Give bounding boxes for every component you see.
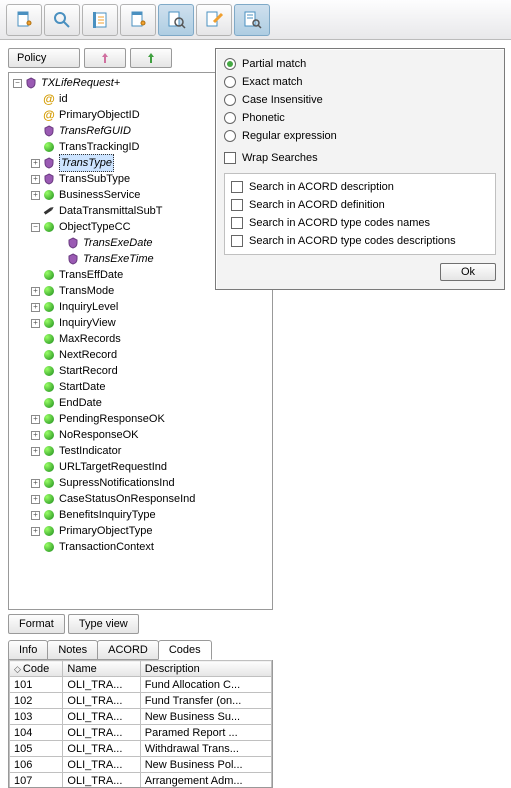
tool-find-list-button[interactable] xyxy=(234,4,270,36)
tree-item[interactable]: NextRecord xyxy=(11,347,270,363)
main-toolbar xyxy=(0,0,511,40)
tab-acord[interactable]: ACORD xyxy=(97,640,159,660)
checkbox-icon xyxy=(224,152,236,164)
tree-item[interactable]: +SupressNotificationsInd xyxy=(11,475,270,491)
option-case-insensitive[interactable]: Case Insensitive xyxy=(224,91,496,109)
table-row[interactable]: 104OLI_TRA...Paramed Report ... xyxy=(10,725,272,741)
tree-item[interactable]: URLTargetRequestInd xyxy=(11,459,270,475)
option-partial-match[interactable]: Partial match xyxy=(224,55,496,73)
search-scope-box: Search in ACORD description Search in AC… xyxy=(224,173,496,255)
tool-find-page-button[interactable] xyxy=(158,4,194,36)
tree-item[interactable]: StartDate xyxy=(11,379,270,395)
tab-notes[interactable]: Notes xyxy=(47,640,98,660)
tab-info[interactable]: Info xyxy=(8,640,48,660)
tree-item[interactable]: +NoResponseOK xyxy=(11,427,270,443)
tree-item[interactable]: +CaseStatusOnResponseInd xyxy=(11,491,270,507)
tool-notes-button[interactable] xyxy=(82,4,118,36)
option-exact-match[interactable]: Exact match xyxy=(224,73,496,91)
tree-item[interactable]: +InquiryView xyxy=(11,315,270,331)
table-row[interactable]: 103OLI_TRA...New Business Su... xyxy=(10,709,272,725)
type-view-tab[interactable]: Type view xyxy=(68,614,139,634)
tool-edit-button[interactable] xyxy=(196,4,232,36)
search-options-popup: Partial match Exact match Case Insensiti… xyxy=(215,48,505,290)
radio-icon xyxy=(224,94,236,106)
tool-doc2-button[interactable] xyxy=(120,4,156,36)
scope-acord-description[interactable]: Search in ACORD description xyxy=(231,178,489,196)
tree-item[interactable]: +InquiryLevel xyxy=(11,299,270,315)
scope-type-codes-names[interactable]: Search in ACORD type codes names xyxy=(231,214,489,232)
tree-item[interactable]: +BenefitsInquiryType xyxy=(11,507,270,523)
checkbox-icon xyxy=(231,181,243,193)
table-row[interactable]: 102OLI_TRA...Fund Transfer (on... xyxy=(10,693,272,709)
tool-search-button[interactable] xyxy=(44,4,80,36)
filter-pink-button[interactable] xyxy=(84,48,126,68)
tree-item[interactable]: StartRecord xyxy=(11,363,270,379)
radio-icon xyxy=(224,76,236,88)
table-row[interactable]: 101OLI_TRA...Fund Allocation C... xyxy=(10,677,272,693)
checkbox-icon xyxy=(231,235,243,247)
codes-grid[interactable]: ◇Code Name Description 101OLI_TRA...Fund… xyxy=(8,660,273,788)
checkbox-icon xyxy=(231,217,243,229)
col-name[interactable]: Name xyxy=(63,661,140,677)
tree-item[interactable]: EndDate xyxy=(11,395,270,411)
tree-item[interactable]: +PendingResponseOK xyxy=(11,411,270,427)
radio-icon xyxy=(224,130,236,142)
info-tabs: Info Notes ACORD Codes xyxy=(8,640,273,660)
col-code[interactable]: ◇Code xyxy=(10,661,63,677)
tree-item[interactable]: MaxRecords xyxy=(11,331,270,347)
policy-button[interactable]: Policy xyxy=(8,48,80,68)
tree-item[interactable]: TransactionContext xyxy=(11,539,270,555)
filter-green-button[interactable] xyxy=(130,48,172,68)
radio-icon xyxy=(224,58,236,70)
scope-acord-definition[interactable]: Search in ACORD definition xyxy=(231,196,489,214)
tree-item[interactable]: +PrimaryObjectType xyxy=(11,523,270,539)
table-row[interactable]: 105OLI_TRA...Withdrawal Trans... xyxy=(10,741,272,757)
ok-button[interactable]: Ok xyxy=(440,263,496,281)
scope-type-codes-descriptions[interactable]: Search in ACORD type codes descriptions xyxy=(231,232,489,250)
option-regex[interactable]: Regular expression xyxy=(224,127,496,145)
option-phonetic[interactable]: Phonetic xyxy=(224,109,496,127)
tool-doc-button[interactable] xyxy=(6,4,42,36)
radio-icon xyxy=(224,112,236,124)
checkbox-icon xyxy=(231,199,243,211)
view-tabrow: Format Type view xyxy=(8,614,273,634)
col-description[interactable]: Description xyxy=(140,661,271,677)
tree-item[interactable]: +TestIndicator xyxy=(11,443,270,459)
wrap-searches-checkbox[interactable]: Wrap Searches xyxy=(224,149,496,167)
table-row[interactable]: 106OLI_TRA...New Business Pol... xyxy=(10,757,272,773)
format-tab[interactable]: Format xyxy=(8,614,65,634)
tab-codes[interactable]: Codes xyxy=(158,640,212,660)
policy-label: Policy xyxy=(17,52,46,64)
